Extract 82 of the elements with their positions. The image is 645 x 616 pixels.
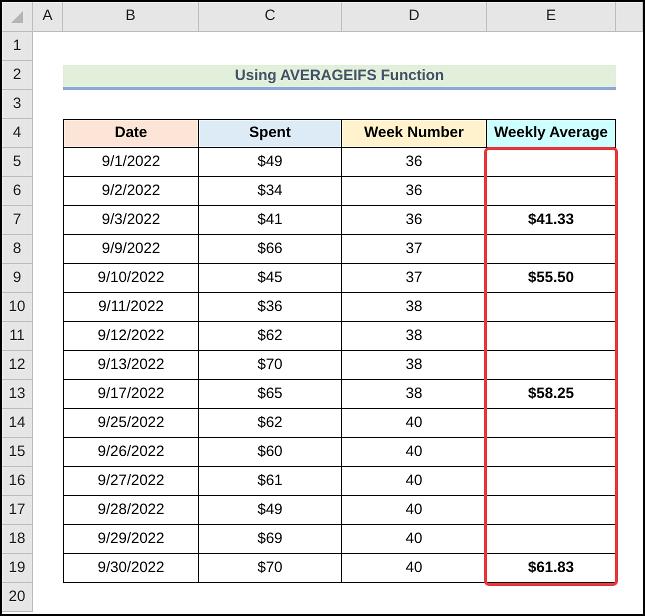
row-header[interactable]: 3 <box>2 90 33 119</box>
row-header[interactable]: 4 <box>2 119 33 148</box>
table-cell: 9/28/2022 <box>63 496 199 525</box>
table-cell: $69 <box>199 525 342 554</box>
table-cell: 38 <box>342 380 487 409</box>
triangle-icon <box>10 10 24 24</box>
table-cell: 37 <box>342 264 487 293</box>
table-cell: 40 <box>342 409 487 438</box>
table-cell: $55.50 <box>487 264 616 293</box>
table-cell: $61 <box>199 467 342 496</box>
row-header[interactable]: 17 <box>2 496 33 525</box>
table-cell: 9/10/2022 <box>63 264 199 293</box>
table-cell: 37 <box>342 235 487 264</box>
table-cell: $65 <box>199 380 342 409</box>
table-cell: 9/17/2022 <box>63 380 199 409</box>
table-cell: 40 <box>342 554 487 583</box>
table-cell: $70 <box>199 351 342 380</box>
table-cell: 9/12/2022 <box>63 322 199 351</box>
row-header[interactable]: 13 <box>2 380 33 409</box>
table-cell: $62 <box>199 409 342 438</box>
table-cell: $66 <box>199 235 342 264</box>
table-cell: 40 <box>342 438 487 467</box>
table-cell: 36 <box>342 148 487 177</box>
table-cell: $60 <box>199 438 342 467</box>
row-header[interactable]: 16 <box>2 467 33 496</box>
table-cell: 38 <box>342 322 487 351</box>
table-cell: $45 <box>199 264 342 293</box>
table-cell: $41 <box>199 206 342 235</box>
table-cell: $70 <box>199 554 342 583</box>
table-cell: 40 <box>342 496 487 525</box>
row-header[interactable]: 7 <box>2 206 33 235</box>
table-cell: 38 <box>342 351 487 380</box>
row-header[interactable]: 19 <box>2 554 33 583</box>
column-heading: Spent <box>199 119 342 148</box>
row-header[interactable]: 8 <box>2 235 33 264</box>
column-heading: Week Number <box>342 119 487 148</box>
row-header[interactable]: 6 <box>2 177 33 206</box>
table-cell: 9/25/2022 <box>63 409 199 438</box>
row-header[interactable]: 14 <box>2 409 33 438</box>
table-cell: 9/2/2022 <box>63 177 199 206</box>
column-header[interactable]: B <box>63 2 199 32</box>
table-cell: $61.83 <box>487 554 616 583</box>
table-cell: 9/29/2022 <box>63 525 199 554</box>
table-cell: 38 <box>342 293 487 322</box>
table-cell: 9/9/2022 <box>63 235 199 264</box>
table-cell: 9/1/2022 <box>63 148 199 177</box>
table-cell: 9/27/2022 <box>63 467 199 496</box>
table-cell: 9/13/2022 <box>63 351 199 380</box>
row-header[interactable]: 5 <box>2 148 33 177</box>
row-header[interactable]: 11 <box>2 322 33 351</box>
table-cell: 36 <box>342 206 487 235</box>
table-cell: 9/30/2022 <box>63 554 199 583</box>
row-header[interactable]: 12 <box>2 351 33 380</box>
table-cell: $49 <box>199 496 342 525</box>
table-cell: 9/26/2022 <box>63 438 199 467</box>
column-header[interactable]: D <box>342 2 487 32</box>
column-heading: Weekly Average <box>487 119 616 148</box>
row-header[interactable]: 9 <box>2 264 33 293</box>
table-cell: 36 <box>342 177 487 206</box>
row-header[interactable]: 18 <box>2 525 33 554</box>
table-cell: $62 <box>199 322 342 351</box>
row-header[interactable]: 2 <box>2 61 33 90</box>
row-header[interactable]: 20 <box>2 583 33 612</box>
table-cell: $58.25 <box>487 380 616 409</box>
column-header[interactable]: E <box>487 2 616 32</box>
sheet-title: Using AVERAGEIFS Function <box>63 65 616 90</box>
table-cell: $34 <box>199 177 342 206</box>
row-header[interactable]: 1 <box>2 32 33 61</box>
table-cell: 9/3/2022 <box>63 206 199 235</box>
table-cell: 9/11/2022 <box>63 293 199 322</box>
table-cell: 40 <box>342 525 487 554</box>
column-header[interactable]: C <box>199 2 342 32</box>
table-cell: $36 <box>199 293 342 322</box>
table-cell: 40 <box>342 467 487 496</box>
row-header[interactable]: 10 <box>2 293 33 322</box>
column-heading: Date <box>63 119 199 148</box>
select-all-corner[interactable] <box>2 2 33 32</box>
column-header[interactable]: A <box>33 2 63 32</box>
table-cell: $49 <box>199 148 342 177</box>
row-header[interactable]: 15 <box>2 438 33 467</box>
header-background <box>616 2 643 32</box>
table-cell: $41.33 <box>487 206 616 235</box>
